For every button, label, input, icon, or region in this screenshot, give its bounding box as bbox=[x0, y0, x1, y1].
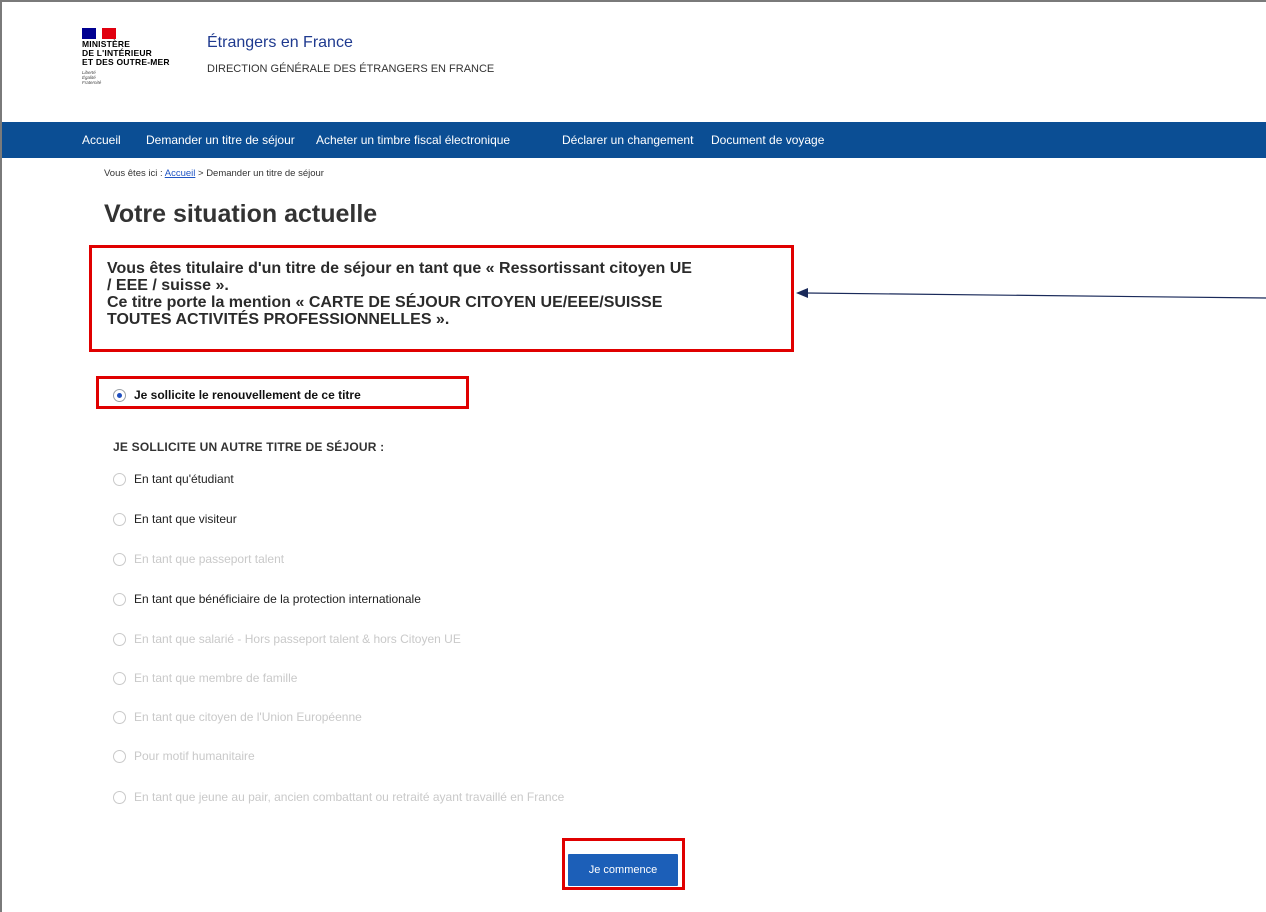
radio-label: En tant que jeune au pair, ancien combat… bbox=[134, 790, 565, 804]
radio-citoyen-ue: En tant que citoyen de l'Union Européenn… bbox=[113, 708, 362, 726]
radio-label: En tant que citoyen de l'Union Européenn… bbox=[134, 710, 362, 724]
radio-renewal[interactable]: Je sollicite le renouvellement de ce tit… bbox=[113, 386, 361, 404]
radio-unchecked-icon bbox=[113, 552, 126, 566]
radio-visiteur[interactable]: En tant que visiteur bbox=[113, 510, 237, 528]
radio-label: En tant que visiteur bbox=[134, 512, 237, 526]
radio-unchecked-icon[interactable] bbox=[113, 512, 126, 526]
radio-unchecked-icon bbox=[113, 710, 126, 724]
radio-protection-internationale[interactable]: En tant que bénéficiaire de la protectio… bbox=[113, 590, 421, 608]
radio-label: En tant qu'étudiant bbox=[134, 472, 234, 486]
radio-label: Je sollicite le renouvellement de ce tit… bbox=[134, 388, 361, 402]
other-permit-heading: JE SOLLICITE UN AUTRE TITRE DE SÉJOUR : bbox=[113, 440, 385, 454]
radio-label: En tant que bénéficiaire de la protectio… bbox=[134, 592, 421, 606]
radio-label: En tant que salarié - Hors passeport tal… bbox=[134, 632, 461, 646]
radio-label: En tant que membre de famille bbox=[134, 671, 298, 685]
radio-passeport-talent: En tant que passeport talent bbox=[113, 550, 284, 568]
radio-label: Pour motif humanitaire bbox=[134, 749, 255, 763]
radio-membre-famille: En tant que membre de famille bbox=[113, 669, 297, 687]
radio-label: En tant que passeport talent bbox=[134, 552, 285, 566]
start-button[interactable]: Je commence bbox=[568, 854, 678, 886]
radio-motif-humanitaire: Pour motif humanitaire bbox=[113, 747, 255, 765]
radio-unchecked-icon bbox=[113, 671, 126, 685]
radio-unchecked-icon bbox=[113, 632, 126, 646]
radio-unchecked-icon[interactable] bbox=[113, 472, 126, 486]
radio-checked-icon[interactable] bbox=[113, 388, 126, 402]
radio-jeune-au-pair: En tant que jeune au pair, ancien combat… bbox=[113, 788, 564, 806]
annotation-arrow-icon bbox=[796, 288, 1266, 299]
radio-unchecked-icon bbox=[113, 790, 126, 804]
radio-unchecked-icon[interactable] bbox=[113, 592, 126, 606]
radio-etudiant[interactable]: En tant qu'étudiant bbox=[113, 470, 234, 488]
radio-salarie: En tant que salarié - Hors passeport tal… bbox=[113, 630, 461, 648]
radio-unchecked-icon bbox=[113, 749, 126, 763]
